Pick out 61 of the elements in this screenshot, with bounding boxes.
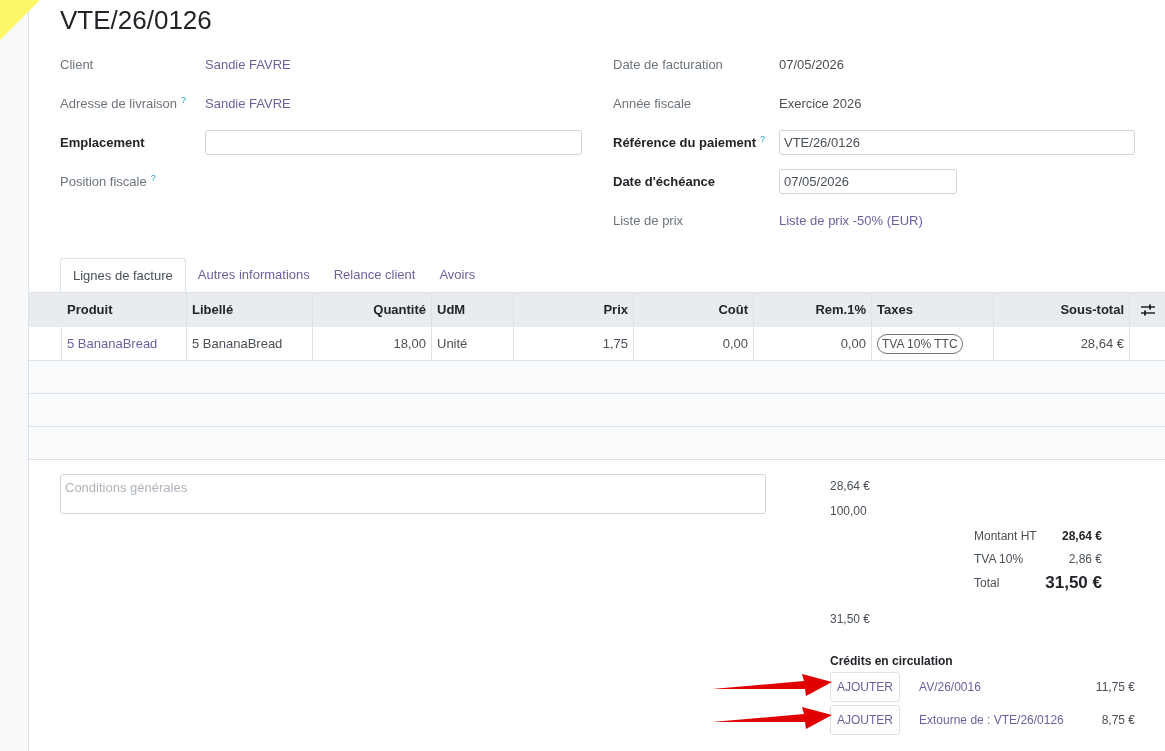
add-button[interactable]: AJOUTER [830,671,900,702]
total-amount: 2,86 € [1068,550,1102,568]
help-mark[interactable]: ? [760,134,766,145]
help-mark[interactable]: ? [150,173,156,184]
table-cell-text: 18,00 [393,334,426,353]
field-label: Date d'échéance [613,173,716,189]
summary-value: 28,64 € [830,478,871,495]
column-header[interactable]: Sous-total [1060,300,1124,320]
field-value-link[interactable]: Sandie FAVRE [205,56,291,72]
table-cell-text: Unité [437,334,468,353]
invoice-title: VTE/26/0126 [60,4,213,37]
table-cell-text: 28,64 € [1080,334,1124,353]
credit-amount: 8,75 € [1101,711,1135,729]
add-button[interactable]: AJOUTER [830,704,900,735]
column-header[interactable]: Taxes [877,300,913,320]
credit-amount: 11,75 € [1095,678,1135,696]
total-label: Total [974,575,1000,592]
field-value-link[interactable]: Sandie FAVRE [205,95,291,111]
column-header[interactable]: Quantité [373,300,426,320]
field-label: Année fiscale [613,95,692,111]
total-amount: 31,50 € [1045,572,1102,595]
field-label: Date de facturation [613,56,723,72]
tab[interactable]: Avoirs [427,258,488,292]
input-field[interactable]: 07/05/2026 [779,169,957,194]
column-header[interactable]: Rem.1% [815,300,866,320]
tab[interactable]: Relance client [321,258,428,292]
corner-fold-drawing [0,0,40,40]
tab[interactable]: Autres informations [185,258,322,292]
field-value: Exercice 2026 [779,95,862,111]
product-link[interactable]: 5 BananaBread [67,333,158,354]
help-mark[interactable]: ? [181,95,187,106]
field-label: Position fiscale [60,173,147,189]
field-label: Liste de prix [613,212,684,228]
table-cell-text: 1,75 [602,334,628,353]
field-label: Client [60,56,94,72]
summary-value: 31,50 € [830,611,871,628]
total-label: TVA 10% [974,550,1024,568]
table-cell-text: 0,00 [722,334,748,353]
table-cell-text: 5 BananaBread [192,334,283,353]
field-label: Adresse de livraison [60,95,178,111]
terms-field[interactable]: Conditions générales [60,474,766,514]
credit-link[interactable]: Extourne de : VTE/26/0126 [919,710,1064,729]
credits-title: Crédits en circulation [830,653,953,670]
column-header[interactable]: Coût [718,300,748,320]
column-settings-icon[interactable] [1140,304,1155,316]
total-label: Montant HT [974,527,1037,545]
input-field[interactable] [205,130,582,155]
column-header[interactable]: UdM [437,300,466,320]
tab[interactable]: Lignes de facture [60,258,186,292]
summary-value: 100,00 [830,503,867,520]
field-label: Référence du paiement [613,134,757,150]
field-label: Emplacement [60,134,145,150]
field-value: 07/05/2026 [779,56,845,72]
credit-link[interactable]: AV/26/0016 [919,677,981,696]
column-header[interactable]: Produit [67,300,113,320]
total-amount: 28,64 € [1061,527,1102,545]
input-field[interactable]: VTE/26/0126 [779,130,1135,155]
column-header[interactable]: Prix [603,300,628,320]
column-header[interactable]: Libellé [192,300,234,320]
field-value-link[interactable]: Liste de prix -50% (EUR) [779,212,923,228]
table-cell-text: 0,00 [840,334,866,353]
